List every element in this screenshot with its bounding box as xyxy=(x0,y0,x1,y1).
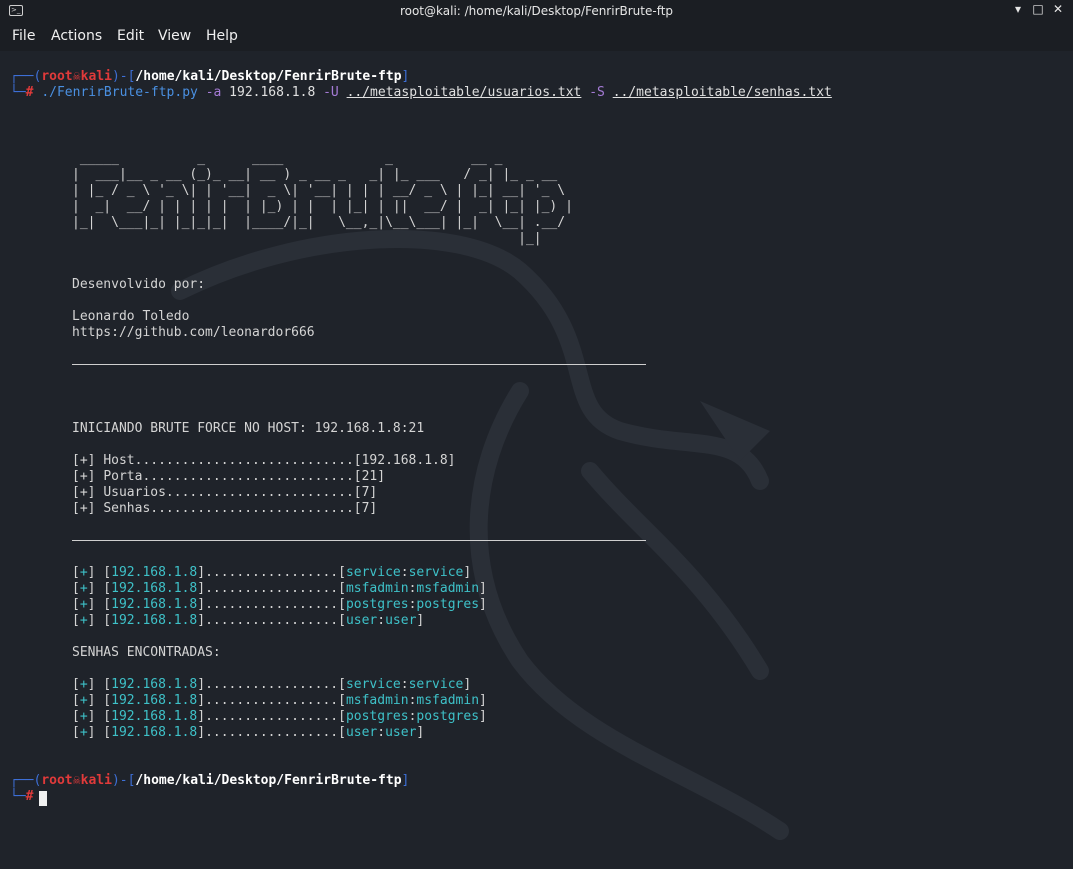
pass-file: ../metasploitable/senhas.txt xyxy=(612,85,832,100)
minimize-icon[interactable]: ▾ xyxy=(1010,2,1026,20)
found-row: [+] [192.168.1.8].................[servi… xyxy=(72,565,472,580)
prompt-host: kali xyxy=(80,69,112,84)
window-title: root@kali: /home/kali/Desktop/FenrirBrut… xyxy=(399,4,674,18)
info-row-passwords: [+] Senhas..........................[7] xyxy=(72,501,378,516)
option-s: -S xyxy=(589,85,605,100)
skull-icon: ☠ xyxy=(72,773,81,788)
prompt-line: ┌──(root☠kali)-[/home/kali/Desktop/Fenri… xyxy=(10,773,410,788)
command-script: ./FenrirBrute-ftp.py xyxy=(41,85,198,100)
summary-row: [+] [192.168.1.8].................[user:… xyxy=(72,725,425,740)
banner-line: | |_ / _ \ '_ \| | '__| _ \| '__| | | | … xyxy=(72,183,566,198)
credits-label: Desenvolvido por: xyxy=(72,277,206,292)
banner-line: | ___|__ _ __ (_)_ __| __ ) _ __ _ _| |_… xyxy=(72,167,558,182)
prompt-path: /home/kali/Desktop/FenrirBrute-ftp xyxy=(135,69,402,84)
menu-edit[interactable]: Edit xyxy=(117,28,144,44)
info-row-host: [+] Host............................[192… xyxy=(72,453,456,468)
text-cursor xyxy=(39,791,47,806)
summary-row: [+] [192.168.1.8].................[postg… xyxy=(72,709,487,724)
banner-line: |_| \___|_| |_|_|_| |____/|_| \__,_|\__\… xyxy=(72,215,566,230)
divider xyxy=(72,364,646,365)
skull-icon: ☠ xyxy=(72,69,81,84)
credits-author: Leonardo Toledo xyxy=(72,309,190,324)
found-row: [+] [192.168.1.8].................[msfad… xyxy=(72,581,487,596)
found-row: [+] [192.168.1.8].................[user:… xyxy=(72,613,425,628)
info-row-port: [+] Porta...........................[21] xyxy=(72,469,386,484)
maximize-icon[interactable]: □ xyxy=(1030,2,1046,20)
banner-line: _____ _ ____ _ __ _ xyxy=(72,151,503,166)
option-u: -U xyxy=(323,85,339,100)
menu-bar: File Actions Edit View Help xyxy=(0,23,1073,51)
info-row-users: [+] Usuarios........................[7] xyxy=(72,485,378,500)
menu-actions[interactable]: Actions xyxy=(51,28,102,44)
start-message: INICIANDO BRUTE FORCE NO HOST: 192.168.1… xyxy=(72,421,425,436)
users-file: ../metasploitable/usuarios.txt xyxy=(346,85,582,100)
menu-file[interactable]: File xyxy=(12,28,35,44)
found-header: SENHAS ENCONTRADAS: xyxy=(72,645,221,660)
prompt-line: ┌──(root☠kali)-[/home/kali/Desktop/Fenri… xyxy=(10,69,410,84)
banner-line: |_| xyxy=(72,231,542,246)
terminal-output[interactable]: ┌──(root☠kali)-[/home/kali/Desktop/Fenri… xyxy=(0,51,1073,869)
option-a: -a xyxy=(205,85,222,100)
summary-row: [+] [192.168.1.8].................[servi… xyxy=(72,677,472,692)
title-bar: >_ root@kali: /home/kali/Desktop/FenrirB… xyxy=(0,0,1073,23)
credits-url: https://github.com/leonardor666 xyxy=(72,325,315,340)
input-prompt[interactable]: └─# xyxy=(10,789,33,805)
menu-view[interactable]: View xyxy=(158,28,191,44)
command-line: └─# ./FenrirBrute-ftp.py -a 192.168.1.8 … xyxy=(10,85,832,100)
prompt-user: root xyxy=(41,69,73,84)
menu-help[interactable]: Help xyxy=(206,28,238,44)
close-icon[interactable]: ✕ xyxy=(1050,2,1066,20)
divider xyxy=(72,540,646,541)
banner-line: | _| __/ | | | | | | |_) | | | |_| | || … xyxy=(72,199,573,214)
found-row: [+] [192.168.1.8].................[postg… xyxy=(72,597,487,612)
summary-row: [+] [192.168.1.8].................[msfad… xyxy=(72,693,487,708)
command-host: 192.168.1.8 xyxy=(229,85,316,100)
